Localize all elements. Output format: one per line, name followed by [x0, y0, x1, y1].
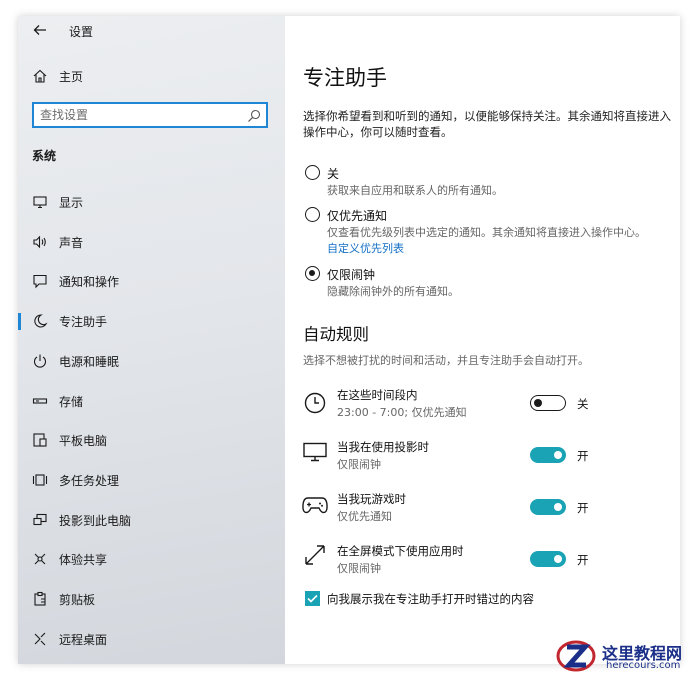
- sidebar-item-label: 显示: [59, 196, 84, 210]
- option-subtitle: 仅查看优先级列表中选定的通知。其余通知将直接进入操作中心。: [327, 226, 646, 239]
- back-arrow-icon[interactable]: [32, 22, 48, 38]
- notification-icon: [32, 273, 48, 289]
- settings-window: 设置 主页 系统 显示 声音: [18, 16, 680, 664]
- search-field[interactable]: [32, 102, 268, 128]
- customize-priority-list-link[interactable]: 自定义优先列表: [327, 240, 404, 256]
- sidebar-item-label: 远程桌面: [59, 633, 108, 647]
- toggle-knob: [534, 398, 542, 407]
- sidebar-item-shared-experiences[interactable]: 体验共享: [18, 544, 285, 574]
- sidebar-item-storage[interactable]: 存储: [18, 386, 285, 416]
- sidebar-item-label: 电源和睡眠: [59, 355, 120, 369]
- multitask-icon: [32, 472, 48, 488]
- rule-subtitle: 仅限闹钟: [337, 458, 381, 471]
- sidebar-item-label: 体验共享: [59, 553, 108, 567]
- display-icon: [303, 442, 327, 462]
- checkbox-label: 向我展示我在专注助手打开时错过的内容: [327, 592, 534, 606]
- gamepad-icon: [302, 496, 328, 514]
- fullscreen-icon: [304, 544, 326, 566]
- search-icon[interactable]: [247, 108, 261, 122]
- radio-alarms-only[interactable]: [305, 266, 320, 281]
- sidebar-item-label: 多任务处理: [59, 474, 120, 488]
- rule-subtitle: 23:00 - 7:00; 仅优先通知: [337, 406, 467, 419]
- rule-title[interactable]: 在全屏模式下使用应用时: [337, 543, 464, 559]
- sidebar-item-display[interactable]: 显示: [18, 187, 285, 217]
- sidebar-item-multitasking[interactable]: 多任务处理: [18, 465, 285, 495]
- selection-indicator: [18, 313, 21, 330]
- sidebar-item-notifications[interactable]: 通知和操作: [18, 266, 285, 296]
- projection-rule-toggle[interactable]: [530, 447, 566, 463]
- remote-desktop-icon: [32, 631, 48, 647]
- time-rule-toggle[interactable]: [530, 395, 566, 411]
- sidebar-item-sound[interactable]: 声音: [18, 227, 285, 257]
- option-subtitle: 隐藏除闹钟外的所有通知。: [327, 285, 459, 298]
- toggle-knob: [554, 451, 562, 459]
- sidebar-item-label: 投影到此电脑: [59, 514, 132, 528]
- fullscreen-rule-toggle[interactable]: [530, 551, 566, 567]
- show-missed-checkbox[interactable]: [305, 591, 320, 606]
- gaming-rule-toggle[interactable]: [530, 499, 566, 515]
- section-description: 选择不想被打扰的时间和活动，并且专注助手会自动打开。: [303, 354, 589, 367]
- sidebar-item-label: 声音: [59, 236, 84, 250]
- toggle-state-label: 开: [577, 501, 589, 515]
- watermark-logo-icon: [555, 636, 597, 674]
- window-title: 设置: [69, 25, 94, 39]
- share-icon: [32, 551, 48, 567]
- sidebar-item-label: 通知和操作: [59, 275, 120, 289]
- project-icon: [32, 512, 48, 528]
- page-description: 选择你希望看到和听到的通知，以便能够保持关注。其余通知将直接进入操作中心，你可以…: [303, 109, 671, 139]
- section-title: 自动规则: [303, 325, 369, 344]
- sidebar-item-focus-assist[interactable]: 专注助手: [18, 306, 285, 336]
- rule-subtitle: 仅优先通知: [337, 510, 392, 523]
- option-title: 仅限闹钟: [327, 268, 376, 282]
- sidebar-item-label: 平板电脑: [59, 434, 108, 448]
- search-input[interactable]: [40, 107, 240, 123]
- sidebar-item-label: 专注助手: [59, 315, 108, 329]
- radio-selected-dot: [309, 270, 315, 276]
- option-subtitle: 获取来自应用和联系人的所有通知。: [327, 184, 503, 197]
- toggle-knob: [554, 503, 562, 511]
- section-label: 系统: [32, 149, 57, 163]
- moon-icon: [32, 313, 48, 329]
- rule-title[interactable]: 在这些时间段内: [337, 387, 418, 403]
- watermark-url: herecours.com: [606, 660, 681, 671]
- radio-priority-only[interactable]: [305, 207, 320, 222]
- sidebar-item-clipboard[interactable]: 剪贴板: [18, 584, 285, 614]
- rule-title[interactable]: 当我在使用投影时: [337, 439, 429, 455]
- option-title: 仅优先通知: [327, 209, 388, 223]
- sidebar-item-label: 主页: [59, 70, 84, 84]
- sidebar-item-project[interactable]: 投影到此电脑: [18, 505, 285, 535]
- radio-off[interactable]: [305, 165, 320, 180]
- sidebar: 设置 主页 系统 显示 声音: [18, 16, 285, 664]
- speaker-icon: [32, 234, 48, 250]
- option-title: 关: [327, 167, 340, 181]
- main-content: 专注助手 选择你希望看到和听到的通知，以便能够保持关注。其余通知将直接进入操作中…: [285, 16, 680, 664]
- rule-title[interactable]: 当我玩游戏时: [337, 491, 406, 507]
- clock-icon: [304, 392, 326, 414]
- toggle-knob: [554, 555, 562, 563]
- page-title: 专注助手: [303, 66, 387, 90]
- sidebar-item-remote-desktop[interactable]: 远程桌面: [18, 624, 285, 654]
- sidebar-item-label: 存储: [59, 395, 84, 409]
- sidebar-item-power[interactable]: 电源和睡眠: [18, 346, 285, 376]
- tablet-icon: [32, 432, 48, 448]
- power-icon: [32, 353, 48, 369]
- toggle-state-label: 开: [577, 553, 589, 567]
- checkmark-icon: [307, 594, 318, 603]
- clipboard-icon: [32, 591, 48, 607]
- monitor-icon: [32, 194, 48, 210]
- sidebar-item-label: 剪贴板: [59, 593, 96, 607]
- toggle-state-label: 开: [577, 449, 589, 463]
- home-icon: [32, 68, 48, 84]
- storage-icon: [32, 393, 48, 409]
- sidebar-item-tablet[interactable]: 平板电脑: [18, 425, 285, 455]
- toggle-state-label: 关: [577, 397, 589, 411]
- rule-subtitle: 仅限闹钟: [337, 562, 381, 575]
- sidebar-item-home[interactable]: 主页: [18, 61, 285, 91]
